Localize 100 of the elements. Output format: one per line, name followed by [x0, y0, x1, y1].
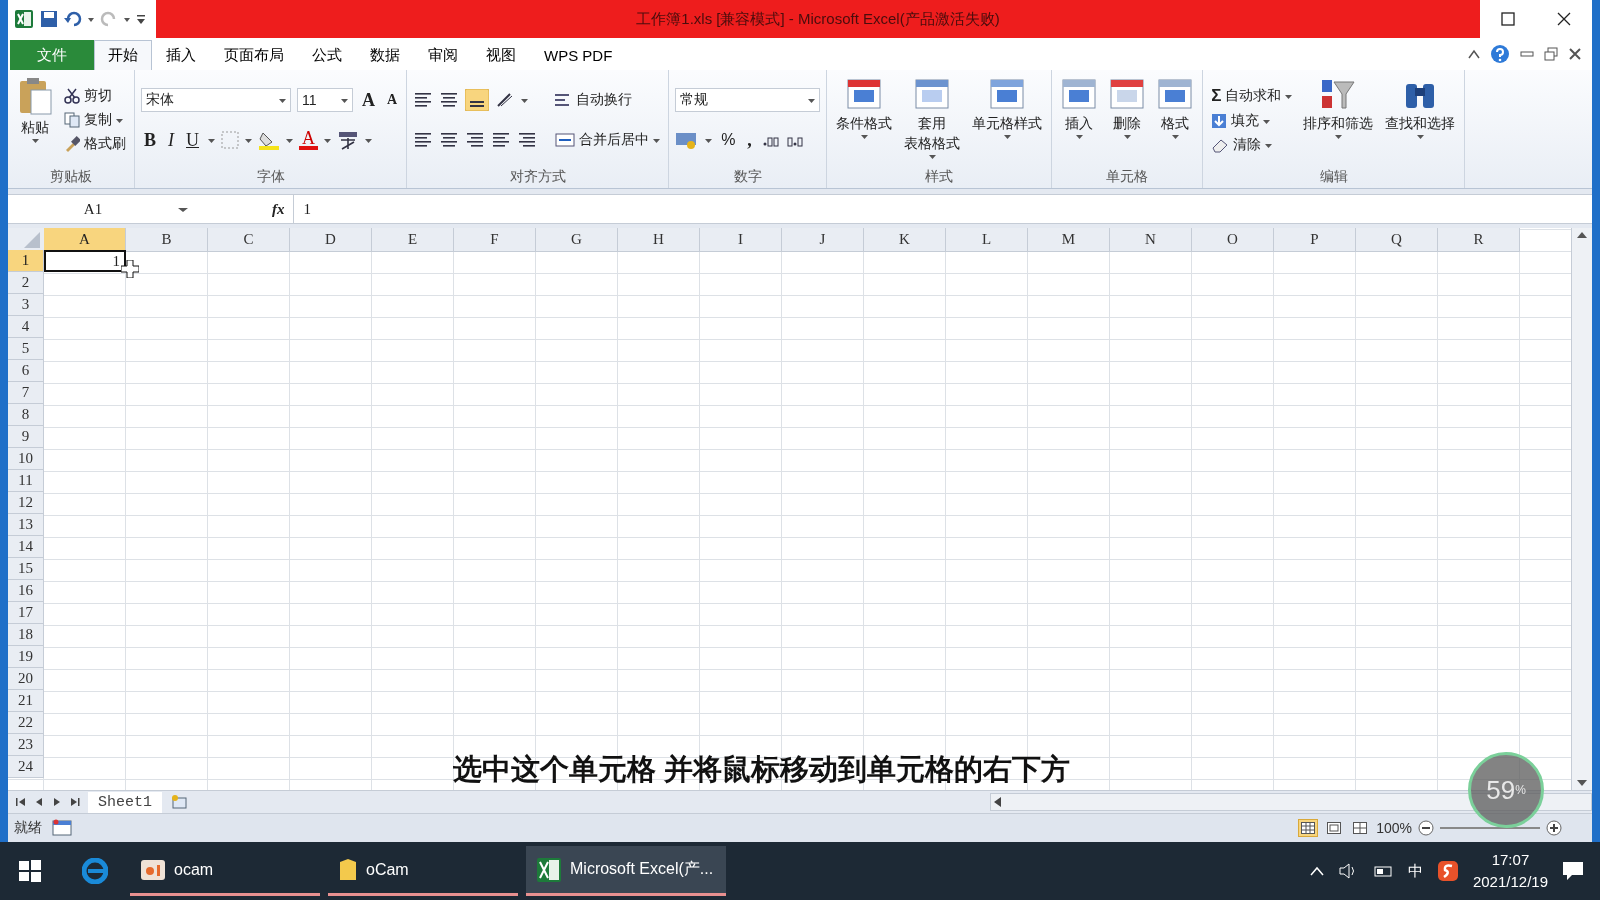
caret-icon[interactable]	[279, 97, 286, 103]
normal-view-button[interactable]	[1298, 819, 1319, 837]
align-icon[interactable]	[413, 132, 434, 148]
ribbon-button[interactable]: Σ 自动求和	[1209, 85, 1295, 107]
column-header[interactable]: K	[864, 228, 946, 252]
column-header[interactable]: R	[1438, 228, 1520, 252]
caret-icon[interactable]	[808, 97, 816, 103]
caret-icon[interactable]	[521, 97, 529, 103]
ime-indicator[interactable]: 中	[1407, 861, 1423, 881]
row-header[interactable]: 24	[8, 756, 44, 778]
column-header[interactable]: E	[372, 228, 454, 252]
ribbon-button[interactable]: 删除	[1106, 74, 1149, 166]
row-header[interactable]: 18	[8, 624, 44, 646]
ribbon-button[interactable]: 填充	[1209, 111, 1295, 131]
ribbon-button[interactable]: 单元格样式	[969, 74, 1046, 166]
row-header[interactable]: 4	[8, 316, 44, 338]
caret-icon[interactable]	[178, 206, 188, 212]
row-header[interactable]: 22	[8, 712, 44, 734]
caret-icon[interactable]	[860, 134, 868, 139]
ribbon-button[interactable]: 格式	[1154, 74, 1197, 166]
ribbon-tab[interactable]: 开始	[94, 40, 152, 70]
underline-button[interactable]: U	[183, 129, 202, 151]
taskbar-item[interactable]: Microsoft Excel(产...	[526, 846, 726, 896]
caret-icon[interactable]	[1075, 134, 1083, 139]
excel-icon[interactable]	[14, 9, 34, 29]
caret-icon[interactable]	[653, 137, 661, 143]
scroll-down-icon[interactable]	[1577, 780, 1587, 786]
row-header[interactable]: 1	[8, 250, 44, 272]
ribbon-tab[interactable]: 视图	[472, 40, 530, 70]
zoom-out-icon[interactable]	[1418, 820, 1434, 836]
chevron-up-icon[interactable]	[1309, 866, 1324, 876]
row-header[interactable]: 14	[8, 536, 44, 558]
ribbon-tab[interactable]: 公式	[298, 40, 356, 70]
caret-icon[interactable]	[1285, 93, 1293, 99]
align-icon[interactable]	[491, 132, 512, 148]
column-header[interactable]: A	[44, 228, 126, 252]
undo-icon[interactable]	[64, 11, 82, 27]
column-header[interactable]: D	[290, 228, 372, 252]
row-header[interactable]: 16	[8, 580, 44, 602]
column-header[interactable]: P	[1274, 228, 1356, 252]
column-header[interactable]: I	[700, 228, 782, 252]
merge-center-button[interactable]: 合并后居中	[553, 130, 663, 150]
caret-icon[interactable]	[341, 97, 348, 103]
row-header[interactable]: 11	[8, 470, 44, 492]
column-header[interactable]: O	[1192, 228, 1274, 252]
fill-color-icon[interactable]	[258, 130, 280, 150]
close-icon[interactable]	[1568, 47, 1582, 61]
row-header[interactable]: 21	[8, 690, 44, 712]
caret-icon[interactable]	[705, 137, 713, 143]
customize-icon[interactable]	[136, 12, 146, 26]
caret-icon[interactable]	[1003, 134, 1011, 139]
row-header[interactable]: 15	[8, 558, 44, 580]
row-header[interactable]: 9	[8, 426, 44, 448]
minimize-icon[interactable]	[1520, 49, 1534, 59]
row-header[interactable]: 5	[8, 338, 44, 360]
column-header[interactable]: J	[782, 228, 864, 252]
row-header[interactable]: 2	[8, 272, 44, 294]
row-header[interactable]: 23	[8, 734, 44, 756]
ribbon-button[interactable]: 清除	[1209, 135, 1295, 155]
clock[interactable]: 17:07 2021/12/19	[1472, 849, 1548, 893]
ribbon-button[interactable]: 排序和筛选	[1300, 74, 1377, 166]
table-cell[interactable]: 1	[44, 250, 126, 272]
skip-icon[interactable]	[16, 797, 26, 807]
input-method-icon[interactable]	[1436, 860, 1459, 882]
italic-button[interactable]: I	[165, 129, 177, 151]
row-header[interactable]: 20	[8, 668, 44, 690]
wrap-text-button[interactable]: 自动换行	[552, 90, 635, 110]
caret-icon[interactable]	[1123, 134, 1131, 139]
caret-icon[interactable]	[245, 137, 252, 143]
ribbon-button[interactable]: 复制	[62, 110, 128, 130]
column-header[interactable]: N	[1110, 228, 1192, 252]
caret-icon[interactable]	[116, 117, 123, 123]
comma-button[interactable]: ,	[744, 129, 755, 151]
row-header[interactable]: 17	[8, 602, 44, 624]
row-header[interactable]: 19	[8, 646, 44, 668]
align-icon[interactable]	[439, 132, 460, 148]
align-icon[interactable]	[413, 92, 434, 108]
help-icon[interactable]	[1490, 44, 1510, 64]
row-header[interactable]: 6	[8, 360, 44, 382]
name-box[interactable]: A1	[8, 200, 194, 218]
ribbon-button[interactable]: 格式刷	[62, 134, 128, 154]
ribbon-button[interactable]: 剪切	[62, 86, 128, 106]
caret-icon[interactable]	[928, 154, 936, 159]
ribbon-button[interactable]: 套用 表格格式	[901, 74, 964, 166]
caret-icon[interactable]	[208, 137, 215, 143]
ribbon-tab[interactable]: 审阅	[414, 40, 472, 70]
caret-icon[interactable]	[1334, 134, 1342, 139]
zoom-level[interactable]: 100%	[1376, 820, 1412, 836]
excel-icon[interactable]	[536, 856, 562, 883]
caret-icon[interactable]	[124, 16, 130, 22]
save-icon[interactable]	[40, 10, 58, 28]
caret-icon[interactable]	[1171, 134, 1179, 139]
macro-record-icon[interactable]	[52, 819, 72, 837]
grow-font-button[interactable]: A	[359, 89, 378, 111]
font-size-field[interactable]: 11	[297, 88, 353, 112]
zoom-in-icon[interactable]	[1546, 820, 1562, 836]
skip-icon[interactable]	[70, 797, 80, 807]
ribbon-tab[interactable]: 页面布局	[210, 40, 298, 70]
row-header[interactable]: 13	[8, 514, 44, 536]
row-header[interactable]: 12	[8, 492, 44, 514]
